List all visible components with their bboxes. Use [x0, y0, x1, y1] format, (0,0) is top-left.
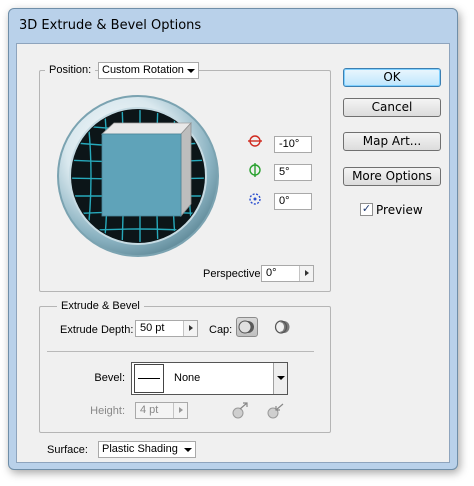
- dialog-body: Position: Custom Rotation -10° 5° 0° Per…: [16, 43, 450, 463]
- bevel-select[interactable]: None: [131, 362, 288, 395]
- height-label: Height:: [90, 405, 125, 417]
- bevel-value: None: [174, 372, 201, 384]
- rotate-y-axis-icon: [249, 163, 261, 177]
- cap-on-icon: [238, 320, 254, 334]
- cancel-button[interactable]: Cancel: [343, 98, 441, 117]
- rotation-track-cube[interactable]: [56, 94, 220, 258]
- rotate-z-axis-icon: [249, 193, 261, 205]
- bevel-out-icon[interactable]: [229, 401, 251, 421]
- rotation-z-field[interactable]: 0°: [274, 193, 312, 210]
- perspective-field[interactable]: 0°: [261, 265, 314, 282]
- preview-label[interactable]: Preview: [376, 203, 423, 217]
- chevron-down-icon: [187, 69, 195, 73]
- bevel-preview-icon: [134, 364, 164, 393]
- more-options-button[interactable]: More Options: [343, 167, 441, 186]
- extrude-depth-field[interactable]: 50 pt: [135, 320, 198, 337]
- bevel-label: Bevel:: [94, 372, 125, 384]
- position-preset-select[interactable]: Custom Rotation: [98, 62, 199, 79]
- rotate-x-axis-icon: [248, 135, 262, 147]
- chevron-down-icon: [277, 376, 285, 380]
- checkmark-icon: ✓: [361, 203, 372, 215]
- preview-checkbox[interactable]: ✓: [360, 203, 373, 216]
- ok-button[interactable]: OK: [343, 68, 441, 87]
- height-field[interactable]: 4 pt: [135, 402, 188, 419]
- perspective-stepper[interactable]: [299, 266, 313, 281]
- cap-on-button[interactable]: [236, 317, 258, 337]
- rotation-x-field[interactable]: -10°: [274, 136, 312, 153]
- extrude-depth-stepper[interactable]: [183, 321, 197, 336]
- position-preset-value: Custom Rotation: [102, 64, 184, 76]
- cap-off-icon: [274, 320, 290, 334]
- dialog-window: 3D Extrude & Bevel Options Position: Cus…: [8, 8, 458, 470]
- surface-value: Plastic Shading: [102, 443, 178, 455]
- map-art-button[interactable]: Map Art...: [343, 132, 441, 151]
- chevron-down-icon: [184, 448, 192, 452]
- position-label: Position:: [45, 64, 96, 76]
- extrude-bevel-legend: Extrude & Bevel: [57, 300, 144, 312]
- cube-object: [100, 121, 192, 218]
- surface-select[interactable]: Plastic Shading: [98, 441, 196, 458]
- rotation-y-field[interactable]: 5°: [274, 164, 312, 181]
- bevel-in-icon[interactable]: [264, 401, 286, 421]
- dialog-title: 3D Extrude & Bevel Options: [19, 18, 202, 33]
- perspective-label: Perspective:: [203, 268, 264, 280]
- cap-off-button[interactable]: [271, 317, 293, 337]
- extrude-separator: [47, 351, 314, 352]
- surface-label: Surface:: [47, 444, 88, 456]
- height-stepper[interactable]: [173, 403, 187, 418]
- bevel-dropdown-button[interactable]: [273, 363, 287, 394]
- cap-label: Cap:: [209, 324, 233, 336]
- extrude-depth-label: Extrude Depth:: [60, 324, 134, 336]
